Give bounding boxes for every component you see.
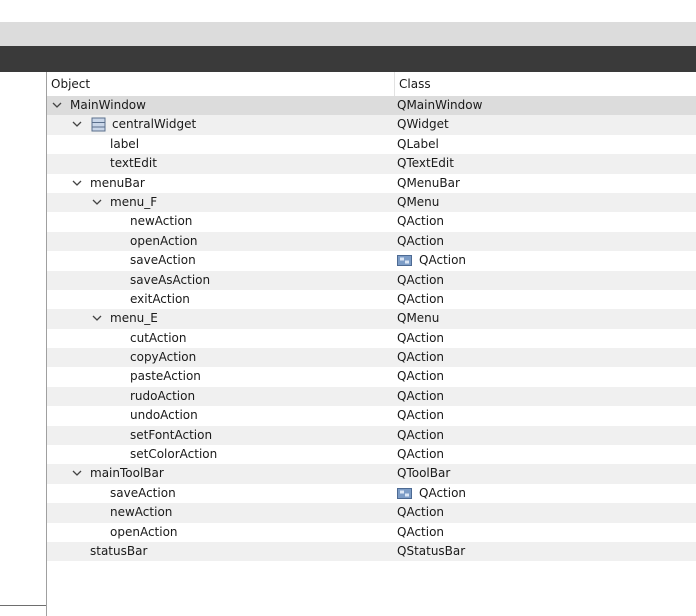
- class-name: QMenu: [397, 194, 440, 209]
- tree-row-setcoloraction[interactable]: setColorAction QAction: [47, 445, 696, 464]
- object-name: openAction: [110, 524, 178, 539]
- dark-toolbar: [0, 46, 696, 72]
- action-icon: [397, 487, 412, 499]
- chevron-down-icon[interactable]: [72, 176, 84, 190]
- tree-row-textedit[interactable]: textEdit QTextEdit: [47, 154, 696, 174]
- object-name: MainWindow: [70, 98, 146, 112]
- chevron-down-icon[interactable]: [92, 195, 104, 209]
- tree-row-saveasaction[interactable]: saveAsAction QAction: [47, 270, 696, 290]
- object-name: setFontAction: [130, 427, 213, 442]
- class-name: QMenuBar: [397, 175, 460, 190]
- class-name: QWidget: [397, 117, 449, 132]
- class-name: QAction: [419, 485, 467, 500]
- class-name: QAction: [397, 350, 445, 365]
- class-name: QTextEdit: [397, 156, 454, 171]
- class-name: QAction: [397, 524, 445, 539]
- tree-row-saveaction[interactable]: saveAction QAction: [47, 251, 696, 270]
- tree-row-openaction[interactable]: openAction QAction: [47, 231, 696, 252]
- object-name: mainToolBar: [90, 466, 164, 481]
- object-name: newAction: [110, 505, 173, 520]
- object-name: cutAction: [130, 330, 187, 345]
- class-name: QAction: [397, 408, 445, 423]
- chevron-down-icon[interactable]: [72, 117, 84, 131]
- object-name: menu_F: [110, 194, 158, 209]
- tree-row-cutaction[interactable]: cutAction QAction: [47, 329, 696, 348]
- class-name: QMainWindow: [397, 98, 483, 112]
- class-name: QAction: [397, 388, 445, 403]
- object-column-header[interactable]: Object: [51, 77, 90, 91]
- tree-row-rudoaction[interactable]: rudoAction QAction: [47, 386, 696, 407]
- object-name: saveAction: [110, 485, 176, 500]
- left-panel: [0, 72, 47, 616]
- object-name: openAction: [130, 233, 198, 248]
- object-name: newAction: [130, 214, 193, 229]
- object-name: statusBar: [90, 543, 148, 558]
- tree-row-mainwindow[interactable]: MainWindow QMainWindow: [47, 96, 696, 116]
- class-name: QAction: [397, 214, 445, 229]
- class-name: QAction: [397, 427, 445, 442]
- chevron-down-icon[interactable]: [52, 98, 64, 112]
- object-name: undoAction: [130, 408, 198, 423]
- object-tree: MainWindow QMainWindow centralWidget QWi…: [47, 96, 696, 562]
- class-name: QMenu: [397, 311, 440, 326]
- chevron-down-icon[interactable]: [72, 466, 84, 480]
- tree-row-menu-e[interactable]: menu_E QMenu: [47, 309, 696, 329]
- object-inspector: Object Class MainWindow QMainWindow cent…: [47, 72, 696, 616]
- object-name: copyAction: [130, 350, 197, 365]
- tree-row-centralwidget[interactable]: centralWidget QWidget: [47, 115, 696, 135]
- tree-row-label[interactable]: label QLabel: [47, 135, 696, 154]
- class-name: QAction: [397, 272, 445, 287]
- tree-row-setfontaction[interactable]: setFontAction QAction: [47, 425, 696, 446]
- tree-row-maintoolbar[interactable]: mainToolBar QToolBar: [47, 464, 696, 484]
- title-bar: [0, 22, 696, 46]
- class-name: QToolBar: [397, 466, 451, 481]
- tree-row-menu-f[interactable]: menu_F QMenu: [47, 192, 696, 213]
- chevron-down-icon[interactable]: [92, 311, 104, 325]
- object-name: rudoAction: [130, 388, 196, 403]
- tree-row-toolbar-newaction[interactable]: newAction QAction: [47, 503, 696, 523]
- class-name: QAction: [397, 330, 445, 345]
- tree-row-statusbar[interactable]: statusBar QStatusBar: [47, 541, 696, 562]
- object-name: setColorAction: [130, 447, 218, 462]
- object-name: saveAction: [130, 253, 196, 268]
- inspector-header: Object Class: [47, 72, 696, 97]
- class-column-header[interactable]: Class: [399, 77, 431, 91]
- action-icon: [397, 255, 412, 267]
- object-name: menuBar: [90, 175, 145, 190]
- object-name: exitAction: [130, 291, 190, 306]
- object-name: textEdit: [110, 156, 157, 171]
- class-name: QLabel: [397, 136, 439, 151]
- class-name: QAction: [397, 291, 445, 306]
- class-name: QAction: [419, 253, 467, 268]
- tree-row-exitaction[interactable]: exitAction QAction: [47, 290, 696, 309]
- class-name: QStatusBar: [397, 543, 466, 558]
- class-name: QAction: [397, 233, 445, 248]
- object-name: menu_E: [110, 311, 158, 326]
- class-name: QAction: [397, 369, 445, 384]
- tree-row-undoaction[interactable]: undoAction QAction: [47, 406, 696, 425]
- tree-row-menubar[interactable]: menuBar QMenuBar: [47, 174, 696, 193]
- object-name: centralWidget: [112, 117, 197, 132]
- top-strip: [0, 0, 696, 22]
- object-name: saveAsAction: [130, 272, 211, 287]
- object-name: label: [110, 136, 140, 151]
- object-name: pasteAction: [130, 369, 201, 384]
- class-name: QAction: [397, 505, 445, 520]
- tree-row-copyaction[interactable]: copyAction QAction: [47, 348, 696, 368]
- tree-row-toolbar-saveaction[interactable]: saveAction QAction: [47, 484, 696, 503]
- tree-row-pasteaction[interactable]: pasteAction QAction: [47, 367, 696, 386]
- tree-row-toolbar-openaction[interactable]: openAction QAction: [47, 523, 696, 542]
- class-name: QAction: [397, 447, 445, 462]
- layout-icon: [91, 117, 106, 132]
- tree-row-newaction[interactable]: newAction QAction: [47, 212, 696, 231]
- panel-divider: [0, 605, 46, 606]
- column-divider[interactable]: [394, 72, 395, 96]
